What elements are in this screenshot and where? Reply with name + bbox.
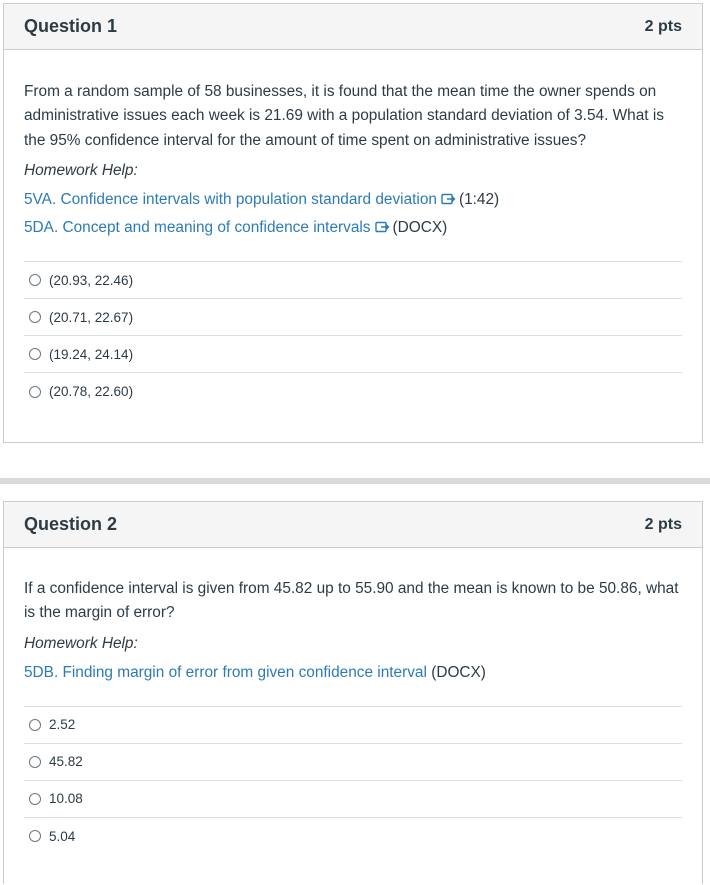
answer-option[interactable]: 2.52 [24,707,682,744]
answer-option[interactable]: (20.71, 22.67) [24,299,682,337]
question-2-card: Question 2 2 pts If a confidence interva… [3,501,703,884]
question-2-link-line-1: 5DB. Finding margin of error from given … [24,664,682,682]
link-5va[interactable]: 5VA. Confidence intervals with populatio… [24,191,437,208]
question-2-homework-help: Homework Help: [24,634,138,652]
answer-option[interactable]: 10.08 [24,781,682,818]
answer-label: 10.08 [49,791,83,807]
answer-label: 45.82 [49,754,83,770]
question-2-text: If a confidence interval is given from 4… [24,580,679,622]
radio-button[interactable] [29,792,41,805]
link-5da-suffix: (DOCX) [392,219,448,237]
question-1-link-line-1: 5VA. Confidence intervals with populatio… [24,191,682,209]
question-1-points: 2 pts [644,17,682,35]
answer-label: (20.93, 22.46) [49,272,134,288]
radio-button[interactable] [29,274,41,287]
answer-label: 2.52 [49,717,76,733]
divider [0,478,710,484]
answer-label: (20.78, 22.60) [49,384,134,400]
question-2-title: Question 2 [24,514,118,534]
radio-button[interactable] [29,830,41,843]
external-link-icon [441,194,456,205]
question-1-answers: (20.93, 22.46) (20.71, 22.67) (19.24, 24… [24,261,682,410]
link-5da[interactable]: 5DA. Concept and meaning of confidence i… [24,219,371,236]
question-1-title: Question 1 [24,16,118,36]
radio-button[interactable] [29,311,41,324]
external-link-icon [374,222,389,233]
answer-label: (19.24, 24.14) [49,346,134,362]
radio-button[interactable] [29,755,41,768]
question-2-header: Question 2 2 pts [4,502,702,548]
question-1-body: From a random sample of 58 businesses, i… [4,80,702,410]
question-1-homework-help: Homework Help: [24,162,138,180]
answer-option[interactable]: (20.78, 22.60) [24,373,682,410]
answer-option[interactable]: 45.82 [24,744,682,781]
link-5va-suffix: (1:42) [458,191,500,209]
radio-button[interactable] [29,718,41,731]
question-2-answers: 2.52 45.82 10.08 5.04 [24,705,682,855]
link-5db[interactable]: 5DB. Finding margin of error from given … [24,664,427,681]
link-5db-suffix: (DOCX) [431,663,486,681]
radio-button[interactable] [29,385,41,398]
question-1-card: Question 1 2 pts From a random sample of… [3,3,703,443]
answer-label: 5.04 [49,828,76,844]
answer-option[interactable]: 5.04 [24,818,682,855]
question-1-text: From a random sample of 58 businesses, i… [24,83,664,149]
question-1-header: Question 1 2 pts [4,4,702,50]
question-2-points: 2 pts [644,515,682,533]
question-1-link-line-2: 5DA. Concept and meaning of confidence i… [24,219,682,237]
answer-option[interactable]: (20.93, 22.46) [24,262,682,300]
radio-button[interactable] [29,348,41,361]
answer-label: (20.71, 22.67) [49,309,134,325]
question-2-body: If a confidence interval is given from 4… [4,577,702,855]
answer-option[interactable]: (19.24, 24.14) [24,336,682,374]
